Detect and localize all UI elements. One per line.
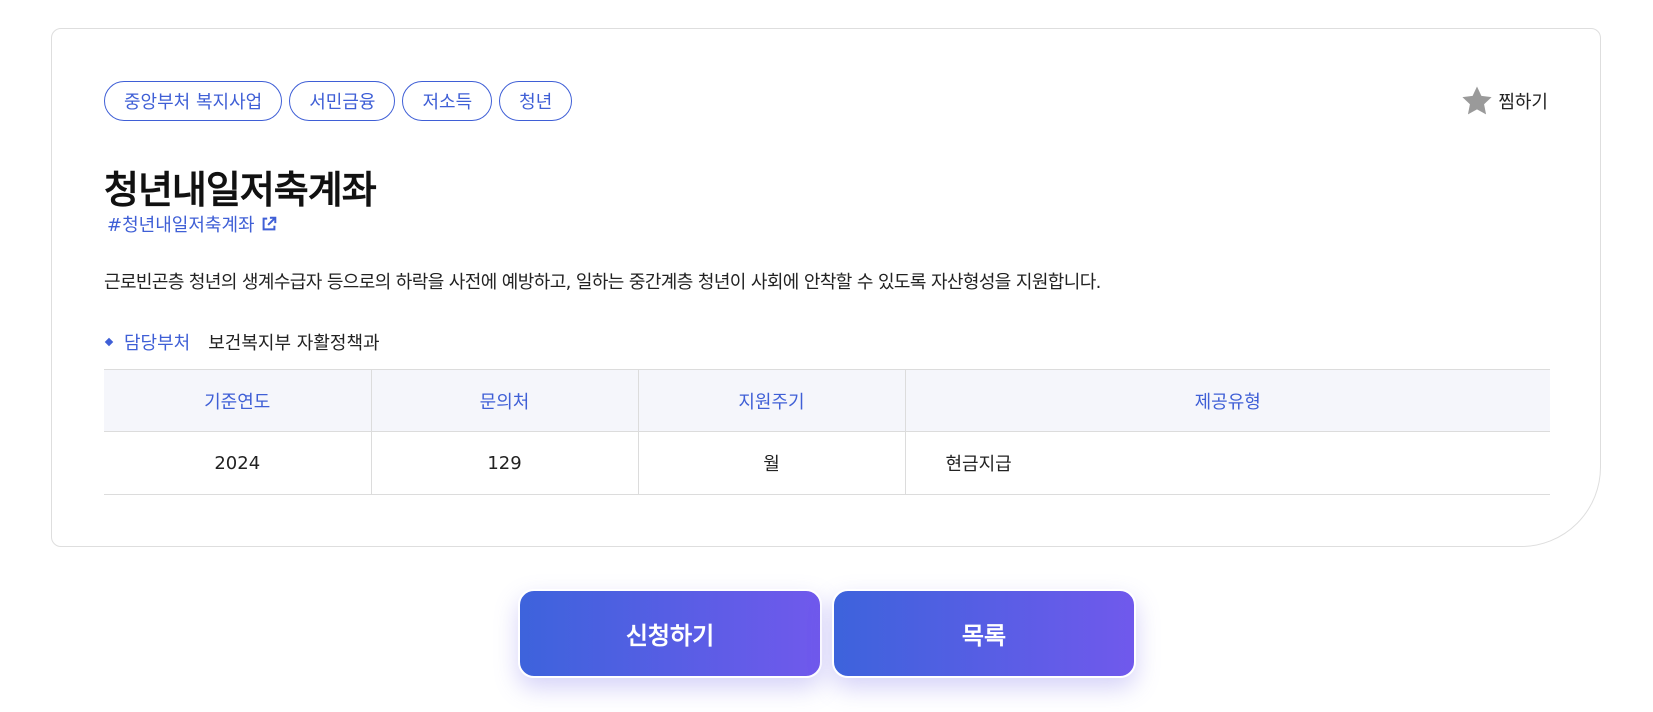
page-title: 청년내일저축계좌: [104, 168, 377, 212]
table-header-cycle: 지원주기: [637, 369, 905, 432]
table-cell-contact: 129: [370, 431, 638, 495]
apply-button[interactable]: 신청하기: [518, 589, 822, 678]
tag-youth[interactable]: 청년: [499, 81, 573, 121]
table-header-year: 기준연도: [104, 369, 371, 432]
tag-central-welfare[interactable]: 중앙부처 복지사업: [104, 81, 283, 121]
table-cell-cycle: 월: [637, 431, 905, 495]
bookmark-label: 찜하기: [1498, 92, 1548, 113]
table-header-row: 기준연도 문의처 지원주기 제공유형: [104, 369, 1550, 432]
table-header-type: 제공유형: [904, 369, 1550, 432]
table-cell-type: 현금지급: [904, 431, 1550, 495]
action-buttons: 신청하기 목록: [518, 589, 1136, 678]
info-table: 기준연도 문의처 지원주기 제공유형 2024 129 월 현금지급: [104, 369, 1550, 495]
external-link-icon: [260, 215, 278, 233]
list-button[interactable]: 목록: [832, 589, 1136, 678]
tag-finance[interactable]: 서민금융: [289, 81, 396, 121]
department-label: 담당부처: [124, 333, 191, 354]
bullet-icon: [104, 337, 114, 347]
table-cell-year: 2024: [104, 431, 371, 495]
hashtag-label: #청년내일저축계좌: [107, 215, 255, 236]
table-row: 2024 129 월 현금지급: [104, 431, 1550, 495]
hashtag-link[interactable]: #청년내일저축계좌: [107, 211, 278, 237]
department-row: 담당부처 보건복지부 자활정책과: [104, 329, 380, 355]
program-card: 중앙부처 복지사업 서민금융 저소득 청년 찜하기 청년내일저축계좌 #청년내일…: [51, 28, 1601, 547]
program-description: 근로빈곤층 청년의 생계수급자 등으로의 하락을 사전에 예방하고, 일하는 중…: [104, 272, 1101, 293]
tag-low-income[interactable]: 저소득: [402, 81, 493, 121]
star-icon: [1460, 84, 1494, 118]
table-header-contact: 문의처: [370, 369, 638, 432]
department-value: 보건복지부 자활정책과: [208, 333, 380, 354]
tag-list: 중앙부처 복지사업 서민금융 저소득 청년: [104, 81, 573, 121]
bookmark-button[interactable]: 찜하기: [1460, 81, 1548, 121]
